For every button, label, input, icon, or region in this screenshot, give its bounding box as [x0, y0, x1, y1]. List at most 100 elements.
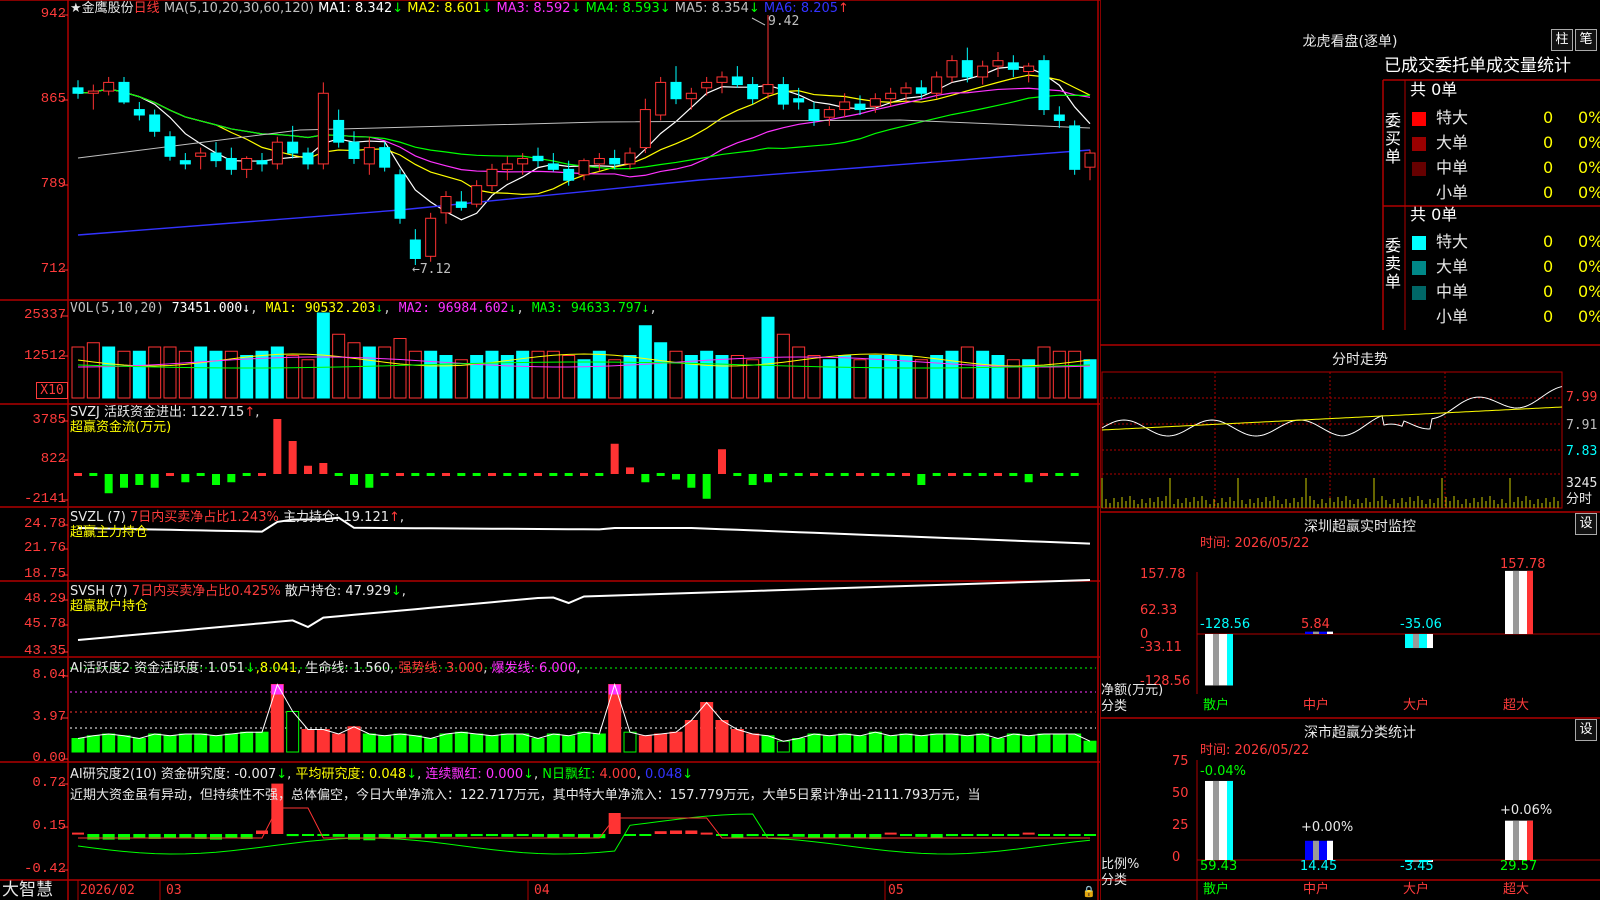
- ai1-burst-label: 爆发线:: [491, 661, 535, 676]
- svzj-dash: [886, 473, 895, 476]
- candle: [793, 98, 805, 103]
- sz-monitor-category: 散户: [1203, 698, 1230, 713]
- ai2-v1: -0.007: [234, 767, 277, 782]
- candle: [532, 155, 544, 162]
- svzl-value: 19.121: [343, 510, 390, 525]
- vol-bar: [485, 350, 499, 399]
- period-label[interactable]: 日线: [134, 1, 160, 16]
- candle: [624, 152, 636, 165]
- vol-bar: [332, 333, 346, 399]
- main-chart-area[interactable]: [0, 0, 1100, 900]
- lhb-row-pct: 0%: [1578, 133, 1600, 152]
- vol-bar: [531, 350, 545, 399]
- svzj-dash: [779, 473, 788, 476]
- vol-ma-value: 90532.203: [304, 301, 376, 316]
- ai2-bar: [746, 834, 759, 837]
- candle: [195, 152, 207, 157]
- ai2-bar: [102, 834, 115, 840]
- sz-monitor-bar-edge: [1427, 634, 1433, 649]
- vol-bar: [240, 355, 254, 399]
- ai1-bar: [531, 738, 545, 753]
- ai1-bar: [347, 726, 361, 753]
- sz-class-ylabel: 比例%: [1101, 857, 1140, 872]
- candle: [287, 141, 299, 154]
- x-axis-label: 2026/02: [80, 883, 135, 898]
- svzj-dash: [196, 473, 205, 476]
- vol-ma-name: MA2:: [390, 301, 438, 316]
- vol-bar: [822, 359, 836, 399]
- ai2-bar: [808, 834, 820, 838]
- svzj-bar: [672, 474, 680, 480]
- svzj-dash: [856, 473, 864, 476]
- ai1-d1: ↓: [244, 661, 256, 676]
- sz-monitor-bar-shade: [1413, 634, 1419, 649]
- vol-bar: [638, 325, 652, 399]
- vol-bar: [362, 346, 376, 399]
- candle: [1084, 152, 1096, 168]
- bar-mode-button[interactable]: 柱: [1551, 29, 1573, 51]
- vol-ma-dir: ↓: [508, 301, 517, 316]
- candle: [1007, 62, 1019, 70]
- kline-y-tick: 942: [40, 6, 66, 22]
- stock-name[interactable]: ★金鹰股份: [70, 1, 134, 16]
- svzj-dash: [334, 473, 343, 476]
- candle: [179, 160, 191, 165]
- svzj-dash: [932, 473, 941, 476]
- tick-mode-button[interactable]: 笔: [1575, 29, 1597, 51]
- candle: [885, 92, 897, 100]
- ai1-bar: [976, 733, 990, 753]
- vol-bar: [163, 346, 177, 399]
- ai1-bar: [316, 729, 330, 753]
- low-price-label: ←7.12: [412, 262, 452, 277]
- ma-value: 8.354: [711, 1, 749, 16]
- ai1-bar: [930, 733, 944, 753]
- candle: [931, 76, 943, 94]
- ai1-bar: [393, 733, 407, 753]
- ai1-bar: [1052, 733, 1066, 753]
- sz-class-settings-button[interactable]: 设: [1575, 719, 1597, 741]
- svzj-dash: [472, 473, 481, 476]
- sz-class-category: 散户: [1203, 882, 1230, 897]
- ai2-bar: [210, 834, 222, 840]
- sz-class-bar: [1505, 820, 1533, 860]
- candle: [486, 168, 498, 187]
- candle: [87, 90, 99, 94]
- svzj-y-tick: -2141: [23, 491, 66, 507]
- vol-unit-badge[interactable]: X10: [36, 382, 68, 399]
- sz-monitor-settings-button[interactable]: 设: [1575, 513, 1597, 535]
- ai2-bar: [731, 834, 744, 838]
- svzl-sub: 超赢主力持仓: [70, 525, 149, 540]
- ai1-bar: [807, 733, 821, 753]
- lock-icon[interactable]: 🔒: [1082, 884, 1096, 899]
- candle: [103, 81, 115, 92]
- svsh-value: 47.929: [345, 584, 391, 599]
- candle: [517, 157, 529, 165]
- buy-side-label: 委买单: [1385, 111, 1402, 166]
- ai1-bar: [1037, 733, 1051, 753]
- ai1-bar: [700, 702, 714, 753]
- ai1-bar: [470, 733, 484, 753]
- candle: [915, 87, 927, 94]
- ai1-bar: [71, 738, 85, 753]
- sz-monitor-time: 时间: 2026/05/22: [1200, 536, 1310, 551]
- ai2-bar: [87, 834, 100, 840]
- candle: [777, 84, 789, 105]
- ai2-bar: [961, 834, 974, 836]
- svzj-dash: [902, 473, 910, 476]
- vol-bar: [868, 355, 882, 399]
- ai1-bar: [884, 735, 898, 753]
- ai1-bar: [102, 733, 116, 753]
- kline-y-tick: 789: [40, 176, 66, 192]
- svzj-dash: [74, 473, 82, 476]
- sz-monitor-value-label: 157.78: [1500, 557, 1546, 572]
- ma-name: MA4:: [581, 1, 623, 16]
- svzj-bar: [641, 474, 650, 483]
- candle: [133, 109, 145, 116]
- ai2-bar: [118, 834, 130, 840]
- ai1-bar: [730, 729, 744, 753]
- brand-logo[interactable]: 大智慧: [2, 881, 53, 899]
- sz-class-bar: [1305, 840, 1333, 860]
- x-axis-label: 04: [534, 883, 550, 898]
- ai2-bar: [1022, 832, 1035, 835]
- sz-class-time: 时间: 2026/05/22: [1200, 743, 1310, 758]
